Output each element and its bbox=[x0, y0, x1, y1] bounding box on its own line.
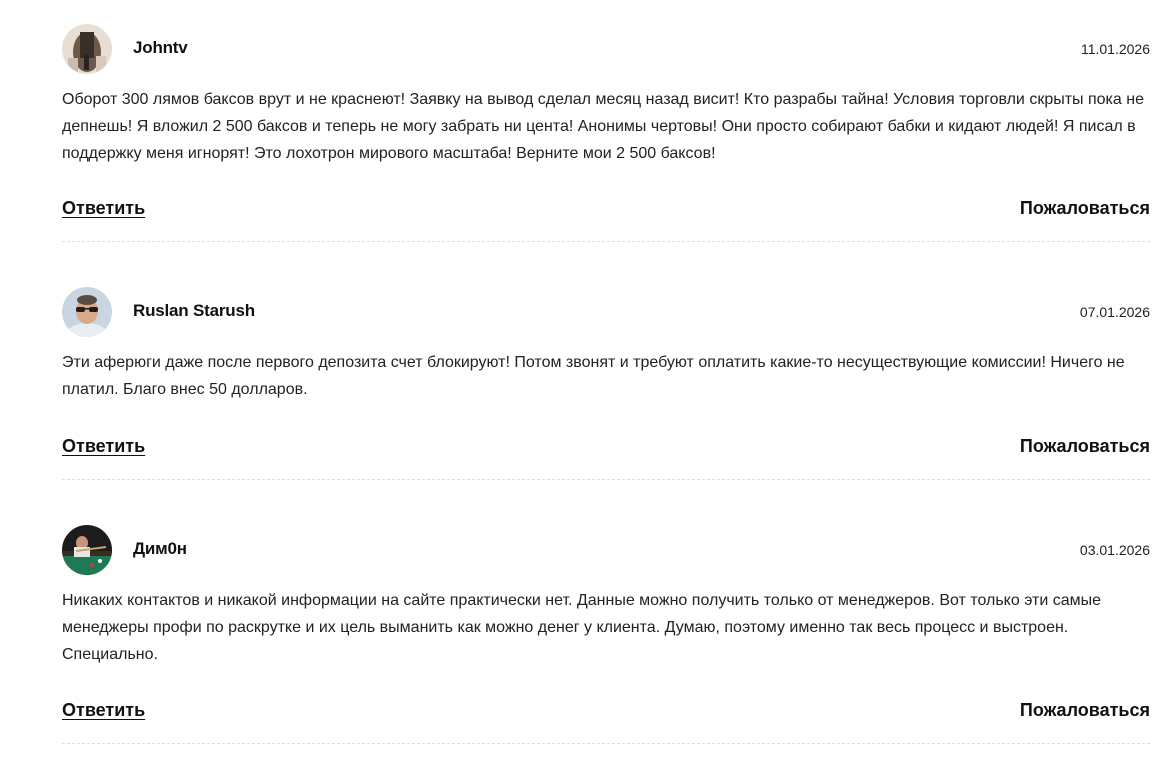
comments-list: Johntv 11.01.2026 Оборот 300 лямов баксо… bbox=[0, 0, 1172, 759]
author-name: Ruslan Starush bbox=[133, 301, 255, 320]
comment-header: Johntv 11.01.2026 bbox=[62, 24, 1150, 76]
comment-date: 03.01.2026 bbox=[1079, 542, 1150, 558]
author-name: Дим0н bbox=[133, 539, 187, 558]
comment-date: 11.01.2026 bbox=[1080, 41, 1150, 57]
report-button[interactable]: Пожаловаться bbox=[1020, 700, 1150, 721]
avatar[interactable] bbox=[62, 24, 112, 74]
comment-text: Никаких контактов и никакой информации н… bbox=[62, 592, 1102, 663]
avatar[interactable] bbox=[62, 525, 112, 575]
comment-actions: Ответить Пожаловаться bbox=[62, 700, 1150, 730]
comment-actions: Ответить Пожаловаться bbox=[62, 436, 1150, 466]
reply-button[interactable]: Ответить bbox=[62, 436, 145, 457]
comment-item: Ruslan Starush 07.01.2026 Эти аферюги да… bbox=[62, 287, 1150, 480]
author-name: Johntv bbox=[133, 38, 188, 57]
divider bbox=[62, 743, 1150, 744]
comment-text: Оборот 300 лямов баксов врут и не красне… bbox=[62, 91, 1144, 162]
comment-text: Эти аферюги даже после первого депозита … bbox=[62, 354, 1125, 398]
divider bbox=[62, 241, 1150, 242]
reply-button[interactable]: Ответить bbox=[62, 198, 145, 219]
comment-date: 07.01.2026 bbox=[1079, 304, 1150, 320]
avatar[interactable] bbox=[62, 287, 112, 337]
comment-header: Дим0н 03.01.2026 bbox=[62, 525, 1150, 577]
comment-header: Ruslan Starush 07.01.2026 bbox=[62, 287, 1150, 339]
comment-item: Johntv 11.01.2026 Оборот 300 лямов баксо… bbox=[62, 24, 1150, 242]
divider bbox=[62, 479, 1150, 480]
comment-item: Дим0н 03.01.2026 Никаких контактов и ник… bbox=[62, 525, 1150, 744]
report-button[interactable]: Пожаловаться bbox=[1020, 436, 1150, 457]
comment-actions: Ответить Пожаловаться bbox=[62, 198, 1150, 228]
report-button[interactable]: Пожаловаться bbox=[1020, 198, 1150, 219]
reply-button[interactable]: Ответить bbox=[62, 700, 145, 721]
